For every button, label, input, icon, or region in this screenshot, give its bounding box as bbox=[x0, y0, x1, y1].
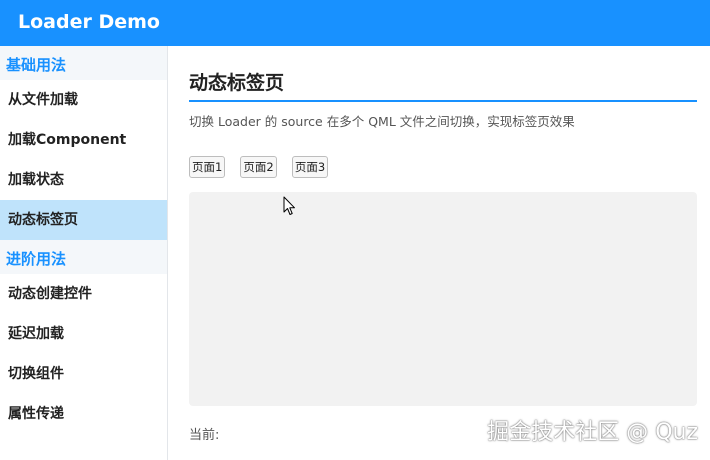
tab-page1-button[interactable]: 页面1 bbox=[189, 156, 226, 178]
main-content: 动态标签页 切换 Loader 的 source 在多个 QML 文件之间切换，… bbox=[169, 46, 710, 460]
sidebar-item-property-passing[interactable]: 属性传递 bbox=[0, 394, 167, 434]
app-title-bar: Loader Demo bbox=[0, 0, 710, 46]
sidebar-item-load-component[interactable]: 加载Component bbox=[0, 120, 167, 160]
page-title: 动态标签页 bbox=[189, 72, 285, 94]
sidebar: 基础用法 从文件加载 加载Component 加载状态 动态标签页 进阶用法 动… bbox=[0, 46, 168, 460]
watermark: 掘金技术社区 @ Quz bbox=[487, 420, 698, 445]
tab-bar: 页面1 页面2 页面3 bbox=[189, 156, 338, 178]
page-description: 切换 Loader 的 source 在多个 QML 文件之间切换，实现标签页效… bbox=[189, 114, 575, 129]
sidebar-section-advanced: 进阶用法 bbox=[0, 240, 167, 274]
app-title: Loader Demo bbox=[18, 11, 160, 33]
tab-page2-button[interactable]: 页面2 bbox=[240, 156, 277, 178]
sidebar-item-dynamic-create-controls[interactable]: 动态创建控件 bbox=[0, 274, 167, 314]
sidebar-item-lazy-loading[interactable]: 延迟加载 bbox=[0, 314, 167, 354]
loader-content-area bbox=[189, 192, 697, 406]
sidebar-item-dynamic-tabs[interactable]: 动态标签页 bbox=[0, 200, 167, 240]
current-page-label: 当前: bbox=[189, 428, 220, 443]
sidebar-item-load-from-file[interactable]: 从文件加载 bbox=[0, 80, 167, 120]
sidebar-item-load-status[interactable]: 加载状态 bbox=[0, 160, 167, 200]
sidebar-section-basic: 基础用法 bbox=[0, 46, 167, 80]
mouse-pointer-icon bbox=[283, 196, 295, 215]
title-underline bbox=[189, 100, 697, 102]
sidebar-item-switch-component[interactable]: 切换组件 bbox=[0, 354, 167, 394]
tab-page3-button[interactable]: 页面3 bbox=[291, 156, 329, 178]
